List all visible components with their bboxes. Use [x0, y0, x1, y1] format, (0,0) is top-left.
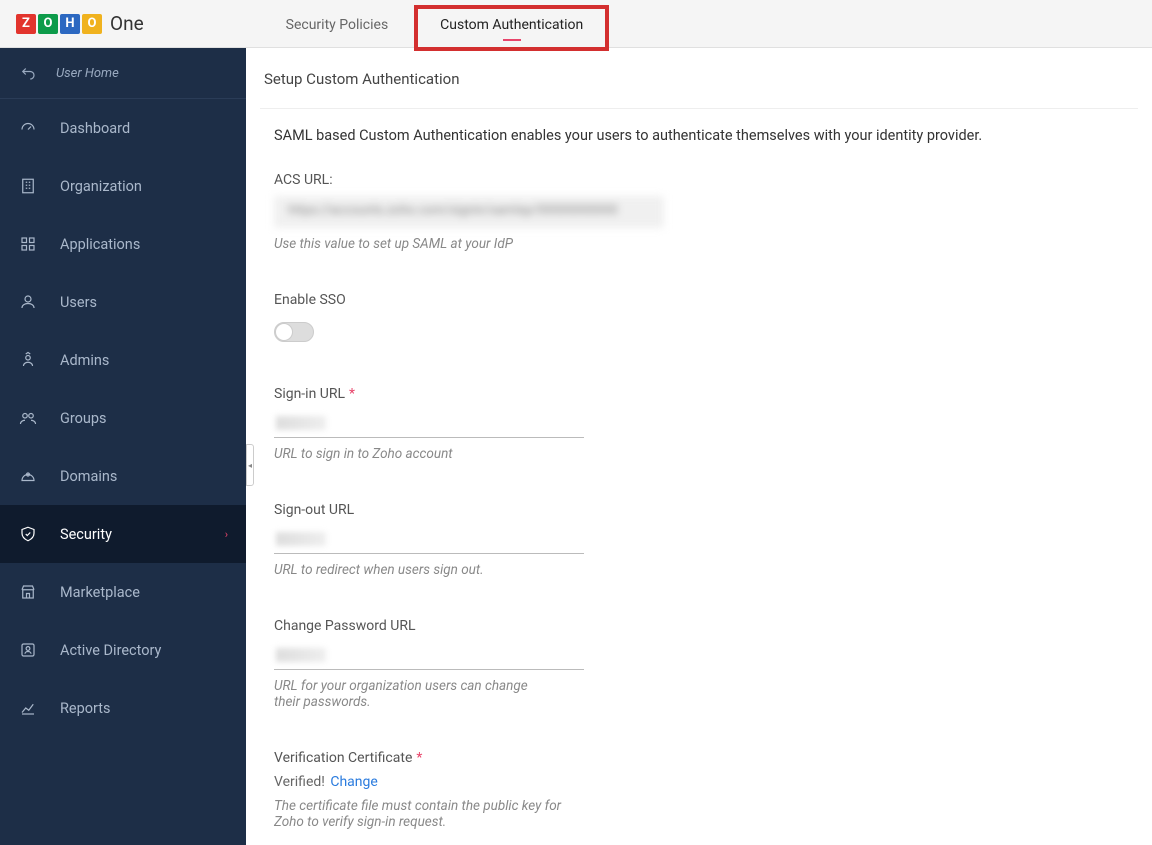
signin-url-field: Sign-in URL* URL to sign in to Zoho acco…	[274, 386, 1138, 462]
sidebar-item-label: Users	[60, 294, 97, 311]
tab-security-policies[interactable]: Security Policies	[260, 3, 415, 47]
cert-hint: The certificate file must contain the pu…	[274, 798, 594, 830]
signin-hint: URL to sign in to Zoho account	[274, 446, 1138, 462]
sidebar-item-label: Applications	[60, 236, 140, 253]
cert-field: Verification Certificate* Verified! Chan…	[274, 750, 1138, 830]
chevron-left-icon: ◂	[248, 461, 252, 470]
logo-tile: O	[38, 14, 58, 34]
logo-tile: H	[60, 14, 80, 34]
chevron-right-icon: ›	[225, 528, 228, 541]
user-home-label: User Home	[56, 66, 119, 81]
signout-label: Sign-out URL	[274, 502, 1138, 518]
sidebar-item-organization[interactable]: Organization	[0, 157, 246, 215]
groups-icon	[18, 408, 38, 428]
back-icon	[18, 63, 38, 83]
sidebar-item-label: Groups	[60, 410, 107, 427]
signout-url-input[interactable]	[274, 526, 584, 554]
sidebar-item-label: Marketplace	[60, 584, 140, 601]
sidebar-item-security[interactable]: Security ›	[0, 505, 246, 563]
organization-icon	[18, 176, 38, 196]
sidebar-collapse-handle[interactable]: ◂	[246, 444, 254, 486]
sidebar-item-label: Domains	[60, 468, 117, 485]
sidebar-item-domains[interactable]: Domains	[0, 447, 246, 505]
users-icon	[18, 292, 38, 312]
signout-hint: URL to redirect when users sign out.	[274, 562, 1138, 578]
cert-status-row: Verified! Change	[274, 774, 1138, 790]
logo-tile: Z	[16, 14, 36, 34]
sidebar-item-active-directory[interactable]: Active Directory	[0, 621, 246, 679]
sidebar-item-label: Active Directory	[60, 642, 161, 659]
content-area: Setup Custom Authentication SAML based C…	[246, 48, 1152, 845]
applications-icon	[18, 234, 38, 254]
required-asterisk: *	[416, 750, 422, 766]
signin-url-input[interactable]	[274, 410, 584, 438]
acs-url-field: ACS URL: https://accounts.zoho.com/signi…	[274, 172, 1138, 252]
signout-url-field: Sign-out URL URL to redirect when users …	[274, 502, 1138, 578]
sidebar-item-label: Dashboard	[60, 120, 130, 137]
sidebar-item-applications[interactable]: Applications	[0, 215, 246, 273]
cert-verified-text: Verified!	[274, 774, 325, 790]
changepw-url-input[interactable]	[274, 642, 584, 670]
acs-url-value[interactable]: https://accounts.zoho.com/signin/samlsp/…	[274, 196, 664, 228]
enable-sso-toggle[interactable]	[274, 322, 314, 342]
changepw-label: Change Password URL	[274, 618, 1138, 634]
cert-change-link[interactable]: Change	[330, 774, 377, 790]
security-icon	[18, 524, 38, 544]
app-header: ZOHOOne Security PoliciesCustom Authenti…	[0, 0, 1152, 48]
marketplace-icon	[18, 582, 38, 602]
header-tabs: Security Policies Custom Authentication	[260, 0, 610, 47]
sidebar-item-reports[interactable]: Reports	[0, 679, 246, 737]
brand-suffix: One	[110, 12, 144, 35]
dashboard-icon	[18, 118, 38, 138]
sidebar-item-label: Reports	[60, 700, 111, 717]
acs-hint: Use this value to set up SAML at your Id…	[274, 236, 1138, 252]
tab-label: Security Policies	[286, 17, 389, 33]
reports-icon	[18, 698, 38, 718]
sso-label: Enable SSO	[274, 292, 1138, 308]
domains-icon	[18, 466, 38, 486]
enable-sso-field: Enable SSO	[274, 292, 1138, 346]
tab-label: Custom Authentication	[440, 17, 583, 33]
sidebar-item-users[interactable]: Users	[0, 273, 246, 331]
user-home-link[interactable]: User Home	[0, 48, 246, 99]
intro-text: SAML based Custom Authentication enables…	[274, 127, 1138, 144]
acs-label: ACS URL:	[274, 172, 1138, 188]
signin-label: Sign-in URL*	[274, 386, 1138, 402]
changepw-hint: URL for your organization users can chan…	[274, 678, 544, 710]
admins-icon	[18, 350, 38, 370]
page-title: Setup Custom Authentication	[260, 70, 1138, 109]
brand-logo: ZOHOOne	[0, 0, 160, 47]
sidebar-item-label: Security	[60, 526, 112, 543]
sidebar-item-admins[interactable]: Admins	[0, 331, 246, 389]
sidebar-item-label: Organization	[60, 178, 142, 195]
sidebar-item-marketplace[interactable]: Marketplace	[0, 563, 246, 621]
logo-tile: O	[82, 14, 102, 34]
sidebar-item-groups[interactable]: Groups	[0, 389, 246, 447]
toggle-knob	[275, 323, 293, 341]
sidebar: User Home Dashboard Organization Applicati…	[0, 48, 246, 845]
changepw-url-field: Change Password URL URL for your organiz…	[274, 618, 1138, 710]
tab-custom-authentication[interactable]: Custom Authentication	[414, 3, 609, 47]
required-asterisk: *	[349, 386, 355, 402]
cert-label: Verification Certificate*	[274, 750, 1138, 766]
sidebar-item-dashboard[interactable]: Dashboard	[0, 99, 246, 157]
sidebar-item-label: Admins	[60, 352, 109, 369]
directory-icon	[18, 640, 38, 660]
